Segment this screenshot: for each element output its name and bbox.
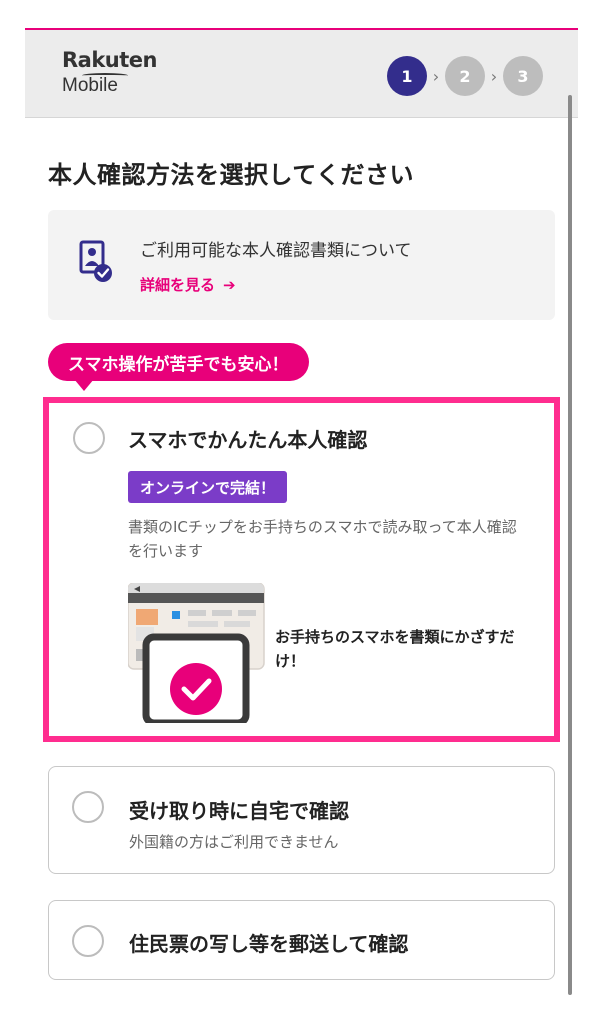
step-indicator: 1 › 2 › 3 <box>387 56 543 96</box>
option-mail-resident-certificate[interactable]: 住民票の写し等を郵送して確認 <box>48 900 555 980</box>
logo-text-rakuten: Rakuten <box>62 48 158 72</box>
id-documents-info-box: ご利用可能な本人確認書類について 詳細を見る ➔ <box>48 210 555 320</box>
scrollbar[interactable] <box>568 95 572 995</box>
logo-swoosh-icon <box>82 73 128 78</box>
radio-button[interactable] <box>72 791 104 823</box>
details-link-label: 詳細を見る <box>140 276 216 294</box>
phone-over-id-card-illustration <box>128 583 265 723</box>
id-document-check-icon <box>79 240 112 282</box>
option-description: 書類のICチップをお手持ちのスマホで読み取って本人確認を行います <box>128 518 517 560</box>
option-home-delivery-verification[interactable]: 受け取り時に自宅で確認 外国籍の方はご利用できません <box>48 766 555 874</box>
info-text: ご利用可能な本人確認書類について <box>140 241 412 261</box>
step-2: 2 <box>445 56 485 96</box>
rakuten-mobile-logo[interactable]: Rakuten Mobile <box>62 48 158 96</box>
arrow-right-icon: ➔ <box>223 275 236 294</box>
chevron-right-icon: › <box>490 66 498 86</box>
page-title: 本人確認方法を選択してください <box>48 161 415 189</box>
option-smartphone-verification[interactable]: スマホでかんたん本人確認 オンラインで完結！ 書類のICチップをお手持ちのスマホ… <box>53 407 550 732</box>
screen: Rakuten Mobile 1 › 2 › 3 本人確認方法を選択してください… <box>0 0 603 1024</box>
bubble-tail <box>74 379 94 391</box>
radio-button[interactable] <box>73 422 105 454</box>
logo-text-mobile: Mobile <box>62 75 118 96</box>
option-title: スマホでかんたん本人確認 <box>128 428 368 452</box>
radio-button[interactable] <box>72 925 104 957</box>
step-3: 3 <box>503 56 543 96</box>
header: Rakuten Mobile 1 › 2 › 3 <box>25 30 578 118</box>
details-link[interactable]: 詳細を見る ➔ <box>140 274 236 295</box>
step-1: 1 <box>387 56 427 96</box>
reassurance-bubble: スマホ操作が苦手でも安心！ <box>48 343 309 381</box>
illustration-caption: お手持ちのスマホを書類にかざすだけ！ <box>275 628 515 670</box>
chevron-right-icon: › <box>432 66 440 86</box>
option-title: 住民票の写し等を郵送して確認 <box>129 932 409 956</box>
online-complete-badge: オンラインで完結！ <box>128 471 288 503</box>
option-note: 外国籍の方はご利用できません <box>129 833 339 851</box>
option-title: 受け取り時に自宅で確認 <box>129 799 349 823</box>
